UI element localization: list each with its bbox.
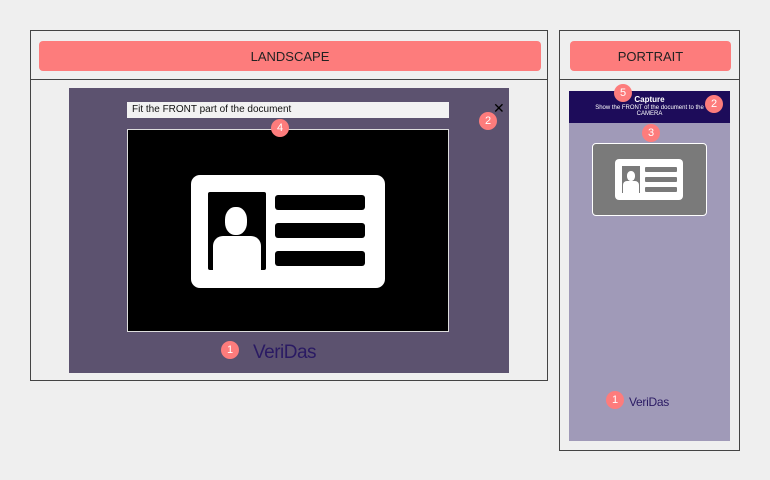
id-line	[275, 251, 365, 266]
portrait-panel: PORTRAIT Capture Show the FRONT of the d…	[559, 30, 740, 451]
landscape-screen: Fit the FRONT part of the document ✕ Ver…	[69, 88, 509, 373]
instruction-text: Fit the FRONT part of the document	[132, 104, 292, 115]
instruction-bar: Fit the FRONT part of the document	[127, 102, 449, 118]
brand-logo: VeriDas	[253, 342, 317, 363]
id-line	[275, 195, 365, 210]
brand-logo: VeriDas	[629, 395, 669, 409]
person-head	[225, 207, 247, 235]
marker-close: 2	[705, 95, 723, 113]
marker-close: 2	[479, 112, 497, 130]
person-head	[627, 171, 635, 181]
id-line	[645, 177, 677, 182]
id-line	[645, 187, 677, 192]
marker-brand: 1	[221, 341, 239, 359]
marker-card: 3	[642, 124, 660, 142]
id-line	[275, 223, 365, 238]
person-shoulders	[213, 236, 261, 270]
marker-title: 5	[614, 84, 632, 102]
close-icon[interactable]: ✕	[493, 100, 505, 116]
id-card-icon	[191, 175, 385, 288]
portrait-screen: Capture Show the FRONT of the document t…	[569, 91, 730, 441]
portrait-header-label: PORTRAIT	[570, 41, 731, 71]
marker-brand: 1	[606, 391, 624, 409]
landscape-panel: LANDSCAPE Fit the FRONT part of the docu…	[30, 30, 548, 381]
portrait-card-frame	[592, 143, 707, 216]
id-photo	[208, 192, 266, 270]
id-photo	[622, 166, 640, 193]
marker-instruction: 4	[271, 119, 289, 137]
id-card-icon	[615, 159, 683, 200]
camera-frame	[127, 129, 449, 332]
id-line	[645, 167, 677, 172]
capture-subtitle-2: CAMERA	[636, 111, 663, 117]
portrait-header-divider	[560, 79, 739, 80]
landscape-header-divider	[31, 79, 547, 80]
landscape-header-label: LANDSCAPE	[39, 41, 541, 71]
person-shoulders	[623, 181, 639, 193]
